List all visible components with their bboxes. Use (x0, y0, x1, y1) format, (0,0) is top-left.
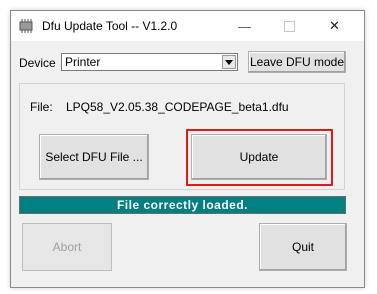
dfu-update-tool-window: Dfu Update Tool -- V1.2.0 — ✕ Device Pri… (10, 10, 365, 288)
update-highlight-box (186, 129, 333, 186)
file-name: LPQ58_V2.05.38_CODEPAGE_beta1.dfu (66, 100, 289, 114)
select-dfu-file-button[interactable]: Select DFU File ... (39, 134, 149, 180)
quit-button[interactable]: Quit (259, 223, 347, 271)
app-chip-icon (18, 19, 34, 33)
device-select-value: Printer (65, 55, 101, 69)
close-icon: ✕ (329, 18, 340, 33)
status-text: File correctly loaded. (116, 198, 249, 212)
leave-dfu-mode-button[interactable]: Leave DFU mode (248, 51, 346, 73)
maximize-icon (284, 20, 295, 32)
window-title: Dfu Update Tool -- V1.2.0 (42, 19, 178, 33)
device-select[interactable]: Printer (61, 53, 238, 71)
device-label: Device (19, 56, 56, 70)
title-bar[interactable]: Dfu Update Tool -- V1.2.0 — ✕ (11, 11, 364, 41)
abort-button: Abort (22, 223, 112, 271)
close-button[interactable]: ✕ (312, 11, 357, 41)
maximize-button (267, 11, 312, 41)
minimize-icon: — (238, 18, 251, 34)
status-bar: File correctly loaded. (19, 196, 346, 214)
chevron-down-icon[interactable] (222, 55, 236, 69)
minimize-button[interactable]: — (222, 11, 267, 41)
file-label: File: (30, 100, 53, 114)
